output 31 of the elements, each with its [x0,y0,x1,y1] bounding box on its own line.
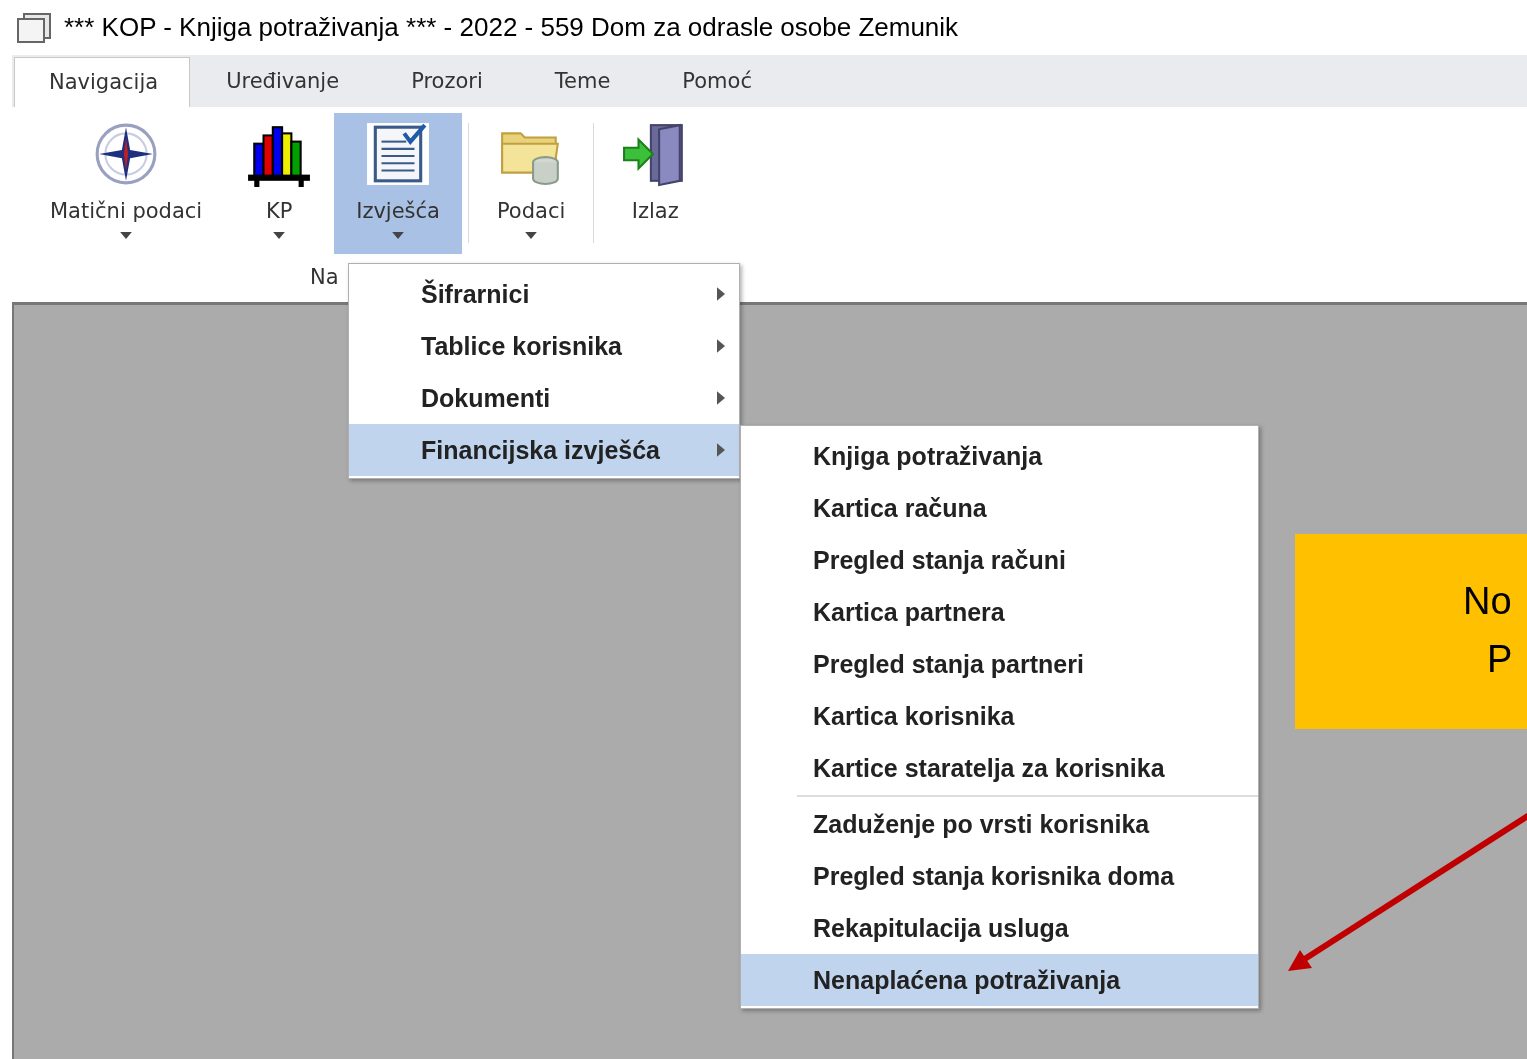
checklist-icon [365,121,432,187]
ribbon-button[interactable]: KP [224,113,335,254]
window-title: *** KOP - Knjiga potraživanja *** - 2022 - 559 Dom za odrasle osobe Zemunik [64,12,959,43]
ribbon-button[interactable]: Matični podaci [28,113,225,254]
menu-item[interactable]: Financijska izvješća [349,424,739,476]
ribbon-tab[interactable]: Teme [518,57,647,107]
menu-item[interactable]: Nenaplaćena potraživanja [741,954,1258,1006]
menu-item[interactable]: Rekapitulacija usluga [741,902,1258,954]
callout-text: No [1463,580,1512,623]
menu-item[interactable]: Kartice staratelja za korisnika [741,742,1258,794]
callout-text: P [1487,638,1513,681]
menu-item[interactable]: Pregled stanja računi [741,534,1258,586]
menu-item[interactable]: Kartica korisnika [741,690,1258,742]
menu-item[interactable]: Šifrarnici [349,268,739,320]
menu-item[interactable]: Kartica partnera [741,586,1258,638]
ribbon-tab[interactable]: Uređivanje [190,57,376,107]
menu-item[interactable]: Tablice korisnika [349,320,739,372]
menu-item[interactable]: Pregled stanja partneri [741,638,1258,690]
ribbon-button[interactable]: Podaci [474,113,588,254]
menu-item[interactable]: Kartica računa [741,482,1258,534]
ribbon-tab[interactable]: Pomoć [646,57,788,107]
menu-item[interactable]: Dokumenti [349,372,739,424]
ribbon-tab[interactable]: Navigacija [14,57,191,107]
menu-item[interactable]: Pregled stanja korisnika doma [741,850,1258,902]
ribbon-button[interactable]: Izvješća [334,113,462,254]
ribbon-tab[interactable]: Prozori [375,57,519,107]
ribbon-button[interactable]: Izlaz [600,113,711,254]
menu-item[interactable]: Knjiga potraživanja [741,430,1258,482]
menu-item[interactable]: Zaduženje po vrsti korisnika [741,798,1258,850]
window-icon [16,11,52,44]
group-label: Na [310,265,339,289]
